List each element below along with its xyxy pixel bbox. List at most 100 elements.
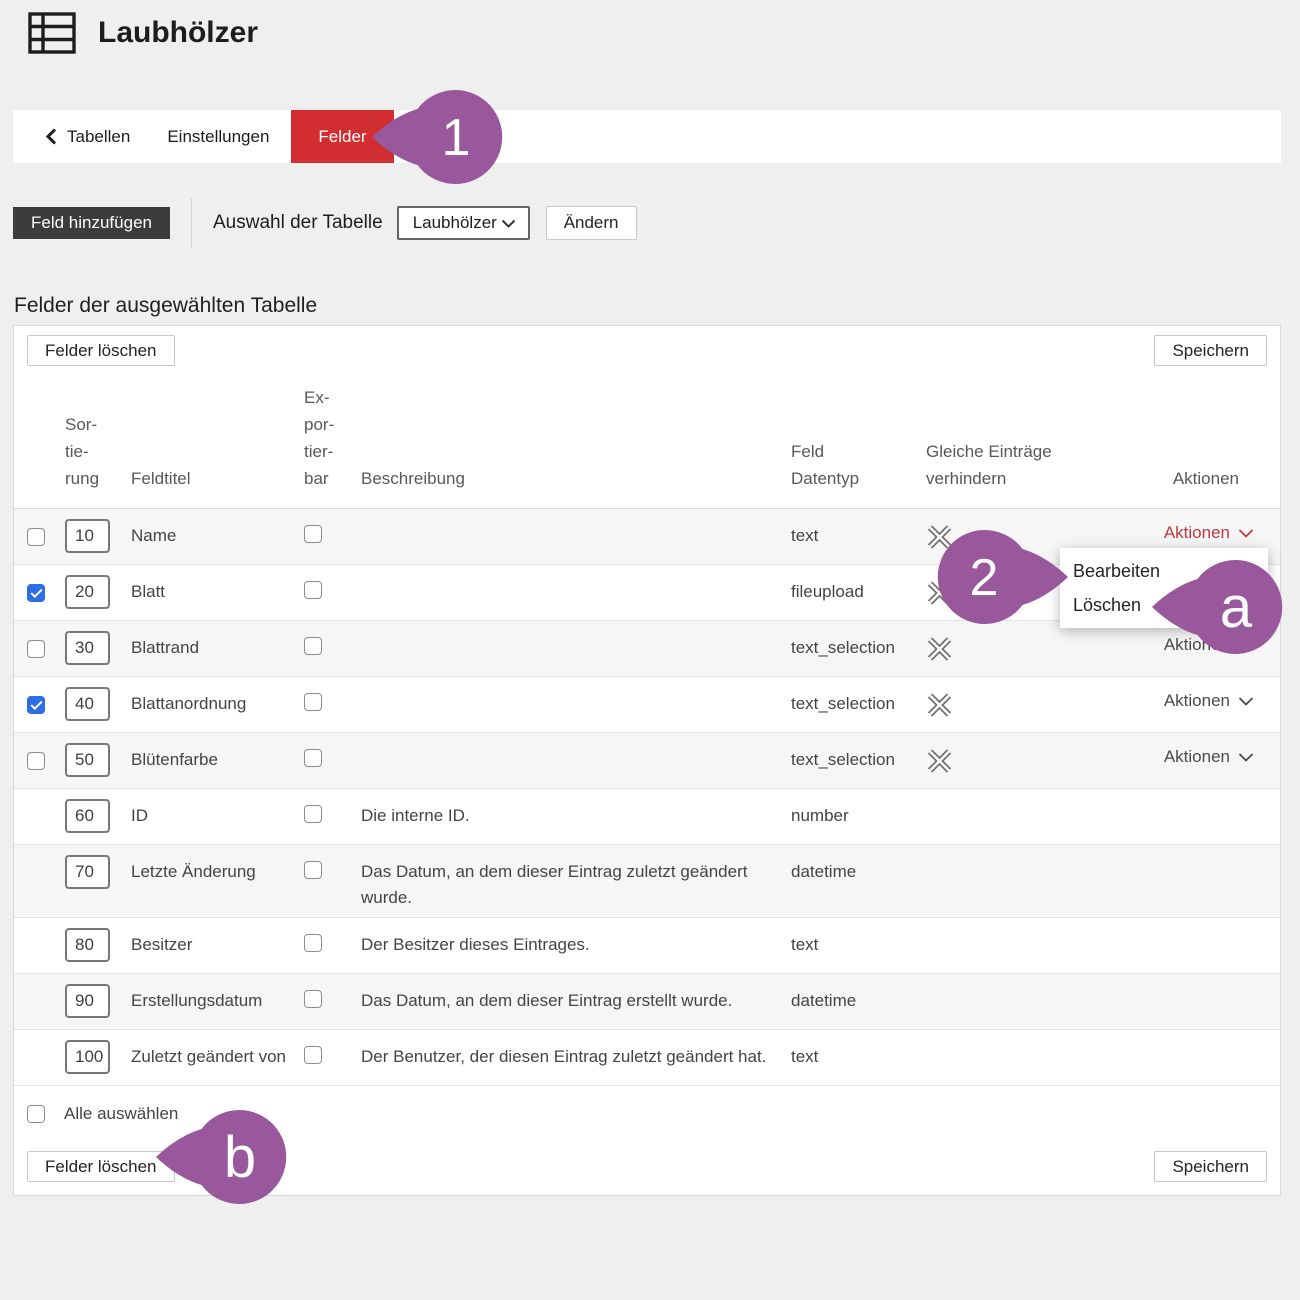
prevent-duplicates-icon [926, 693, 953, 717]
select-all-checkbox[interactable] [27, 1105, 45, 1123]
table-row: Zuletzt geändert von Der Benutzer, der d… [14, 1030, 1280, 1086]
col-header-actions: Aktionen [1173, 465, 1267, 492]
table-select[interactable]: Laubhölzer [397, 206, 530, 240]
sort-order-input[interactable] [65, 799, 110, 833]
col-header-title: Feldtitel [131, 465, 304, 492]
sort-order-input[interactable] [65, 687, 110, 721]
table-row: Besitzer Der Besitzer dieses Eintrages. … [14, 918, 1280, 974]
field-datatype: datetime [791, 988, 926, 1014]
field-title: Besitzer [131, 932, 286, 958]
change-table-button[interactable]: Ändern [546, 206, 637, 240]
field-description: Der Benutzer, der diesen Eintrag zuletzt… [361, 1044, 773, 1070]
exportable-checkbox[interactable] [304, 861, 322, 879]
col-header-export: Ex- por- tier- bar [304, 384, 361, 492]
prevent-duplicates-icon [926, 749, 953, 773]
table-select-label: Auswahl der Tabelle [213, 212, 383, 234]
sort-order-input[interactable] [65, 928, 110, 962]
sort-order-input[interactable] [65, 519, 110, 553]
row-select-checkbox[interactable] [27, 528, 45, 546]
toolbar-divider [191, 198, 192, 248]
page-title: Laubhölzer [98, 16, 258, 50]
app-header: Laubhölzer [28, 12, 258, 54]
page: Laubhölzer Tabellen Einstellungen Felder… [0, 0, 1300, 1300]
row-select-checkbox[interactable] [27, 696, 45, 714]
row-actions-link[interactable]: Aktionen [1164, 747, 1267, 767]
field-datatype: text [791, 523, 926, 549]
field-title: Blatt [131, 579, 286, 605]
unique-slot [926, 749, 1117, 778]
sort-order-input[interactable] [65, 631, 110, 665]
field-datatype: text_selection [791, 635, 926, 661]
sort-order-input[interactable] [65, 743, 110, 777]
exportable-checkbox[interactable] [304, 581, 322, 599]
nav-back-tabellen[interactable]: Tabellen [46, 127, 130, 147]
field-description: Der Besitzer dieses Eintrages. [361, 932, 773, 958]
toolbar: Feld hinzufügen Auswahl der Tabelle Laub… [13, 198, 637, 248]
row-actions-link[interactable]: Aktionen [1164, 691, 1267, 711]
svg-text:1: 1 [442, 109, 471, 167]
nav-back-label: Tabellen [67, 127, 130, 147]
field-datatype: text [791, 1044, 926, 1070]
field-title: Name [131, 523, 286, 549]
col-header-datatype: Feld Datentyp [791, 438, 926, 492]
svg-text:2: 2 [970, 549, 999, 607]
svg-text:b: b [224, 1125, 256, 1190]
unique-slot [926, 693, 1117, 722]
svg-text:a: a [1220, 575, 1253, 640]
exportable-checkbox[interactable] [304, 1046, 322, 1064]
prevent-duplicates-icon [926, 637, 953, 661]
field-datatype: text_selection [791, 747, 926, 773]
annotation-balloon-2: 2 [936, 529, 1068, 625]
table-row: Blattrand text_selection Aktionen [14, 621, 1280, 677]
field-title: Blattanordnung [131, 691, 286, 717]
field-datatype: fileupload [791, 579, 926, 605]
delete-fields-button-top[interactable]: Felder löschen [27, 335, 175, 366]
sort-order-input[interactable] [65, 1040, 110, 1074]
field-description: Das Datum, an dem dieser Eintrag zuletzt… [361, 859, 773, 911]
sort-order-input[interactable] [65, 984, 110, 1018]
field-title: Zuletzt geändert von [131, 1044, 286, 1070]
field-datatype: text_selection [791, 691, 926, 717]
row-select-checkbox[interactable] [27, 584, 45, 602]
chevron-down-icon [1238, 529, 1254, 538]
exportable-checkbox[interactable] [304, 749, 322, 767]
col-header-description: Beschreibung [361, 465, 791, 492]
exportable-checkbox[interactable] [304, 525, 322, 543]
exportable-checkbox[interactable] [304, 805, 322, 823]
table-row: Erstellungsdatum Das Datum, an dem diese… [14, 974, 1280, 1030]
sort-order-input[interactable] [65, 575, 110, 609]
field-title: Blattrand [131, 635, 286, 661]
field-description: Das Datum, an dem dieser Eintrag erstell… [361, 988, 773, 1014]
row-select-checkbox[interactable] [27, 752, 45, 770]
save-button-bottom[interactable]: Speichern [1154, 1151, 1267, 1182]
nav-item-einstellungen[interactable]: Einstellungen [167, 127, 269, 147]
field-title: Blütenfarbe [131, 747, 286, 773]
field-description: Die interne ID. [361, 803, 773, 829]
delete-fields-button-bottom[interactable]: Felder löschen [27, 1151, 175, 1182]
field-datatype: datetime [791, 859, 926, 885]
exportable-checkbox[interactable] [304, 990, 322, 1008]
field-title: ID [131, 803, 286, 829]
table-row: Letzte Änderung Das Datum, an dem dieser… [14, 845, 1280, 918]
save-button-top[interactable]: Speichern [1154, 335, 1267, 366]
add-field-button[interactable]: Feld hinzufügen [13, 207, 170, 239]
exportable-checkbox[interactable] [304, 693, 322, 711]
navbar: Tabellen Einstellungen Felder [13, 110, 1281, 163]
field-datatype: number [791, 803, 926, 829]
chevron-down-icon [1238, 753, 1254, 762]
row-select-checkbox[interactable] [27, 640, 45, 658]
table-header-row: Sor- tie- rung Feldtitel Ex- por- tier- … [14, 366, 1280, 509]
panel-top-bar: Felder löschen Speichern [14, 326, 1280, 366]
row-actions-label: Aktionen [1164, 691, 1230, 711]
row-actions-label: Aktionen [1164, 523, 1230, 543]
table-row: Blütenfarbe text_selection Aktionen [14, 733, 1280, 789]
fields-panel: Felder löschen Speichern Sor- tie- rung … [13, 325, 1281, 1196]
exportable-checkbox[interactable] [304, 934, 322, 952]
unique-slot [926, 637, 1117, 666]
chevron-down-icon [1238, 697, 1254, 706]
row-actions-link[interactable]: Aktionen [1164, 523, 1267, 543]
exportable-checkbox[interactable] [304, 637, 322, 655]
chevron-left-icon [46, 128, 57, 145]
table-row: ID Die interne ID. number [14, 789, 1280, 845]
sort-order-input[interactable] [65, 855, 110, 889]
